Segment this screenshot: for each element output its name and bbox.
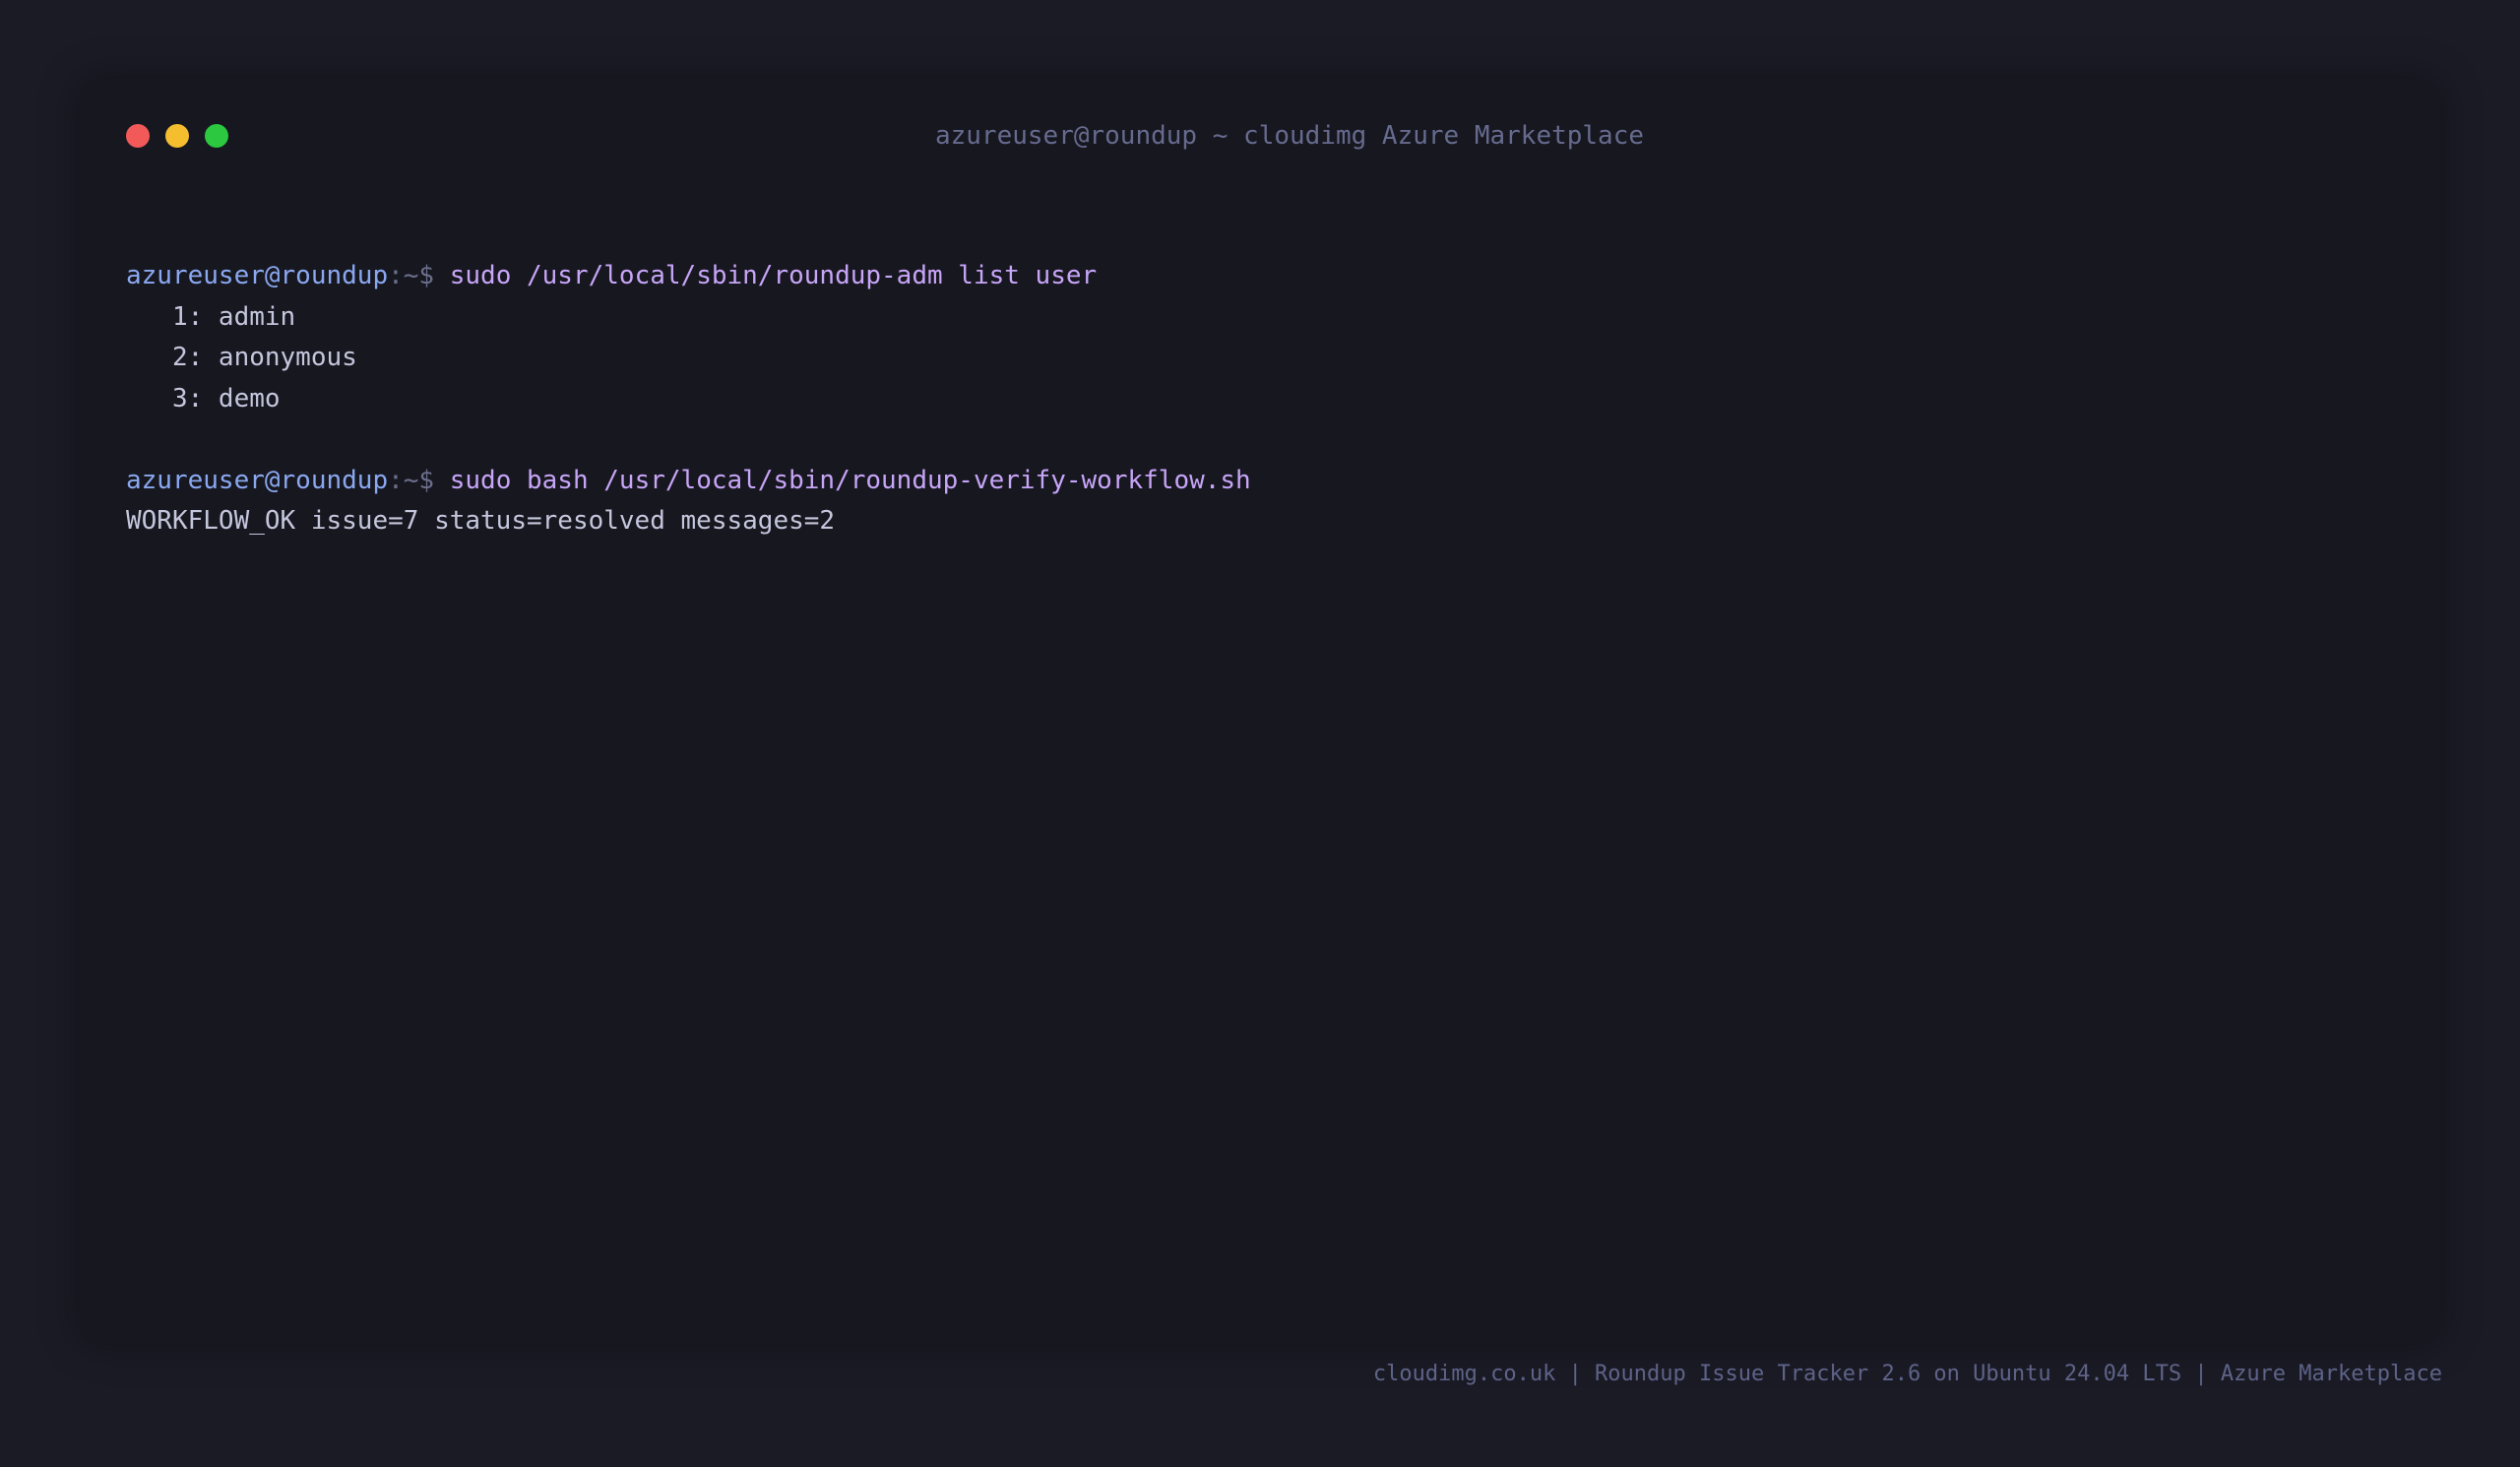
window-title: azureuser@roundup ~ cloudimg Azure Marke…	[934, 121, 1645, 151]
prompt-line: azureuser@roundup:~$ sudo /usr/local/sbi…	[126, 256, 2394, 297]
prompt-path: :~$	[388, 465, 450, 495]
terminal-window: azureuser@roundup ~ cloudimg Azure Marke…	[79, 79, 2441, 1344]
output-line: 1: admin	[126, 301, 296, 332]
command-text: sudo bash /usr/local/sbin/roundup-verify…	[449, 465, 1251, 495]
title-bar: azureuser@roundup ~ cloudimg Azure Marke…	[79, 79, 2441, 187]
prompt-user-host: azureuser@roundup	[126, 465, 389, 495]
footer-caption: cloudimg.co.uk | Roundup Issue Tracker 2…	[1372, 1362, 2442, 1386]
prompt-path: :~$	[388, 261, 450, 290]
command-text: sudo /usr/local/sbin/roundup-adm list us…	[449, 261, 1098, 290]
output-line: WORKFLOW_OK issue=7 status=resolved mess…	[126, 506, 836, 536]
terminal-output[interactable]: azureuser@roundup:~$ sudo /usr/local/sbi…	[126, 256, 2394, 542]
output-line: 3: demo	[126, 383, 281, 414]
prompt-user-host: azureuser@roundup	[126, 261, 389, 290]
prompt-line: azureuser@roundup:~$ sudo bash /usr/loca…	[126, 461, 2394, 502]
output-line: 2: anonymous	[126, 343, 357, 372]
